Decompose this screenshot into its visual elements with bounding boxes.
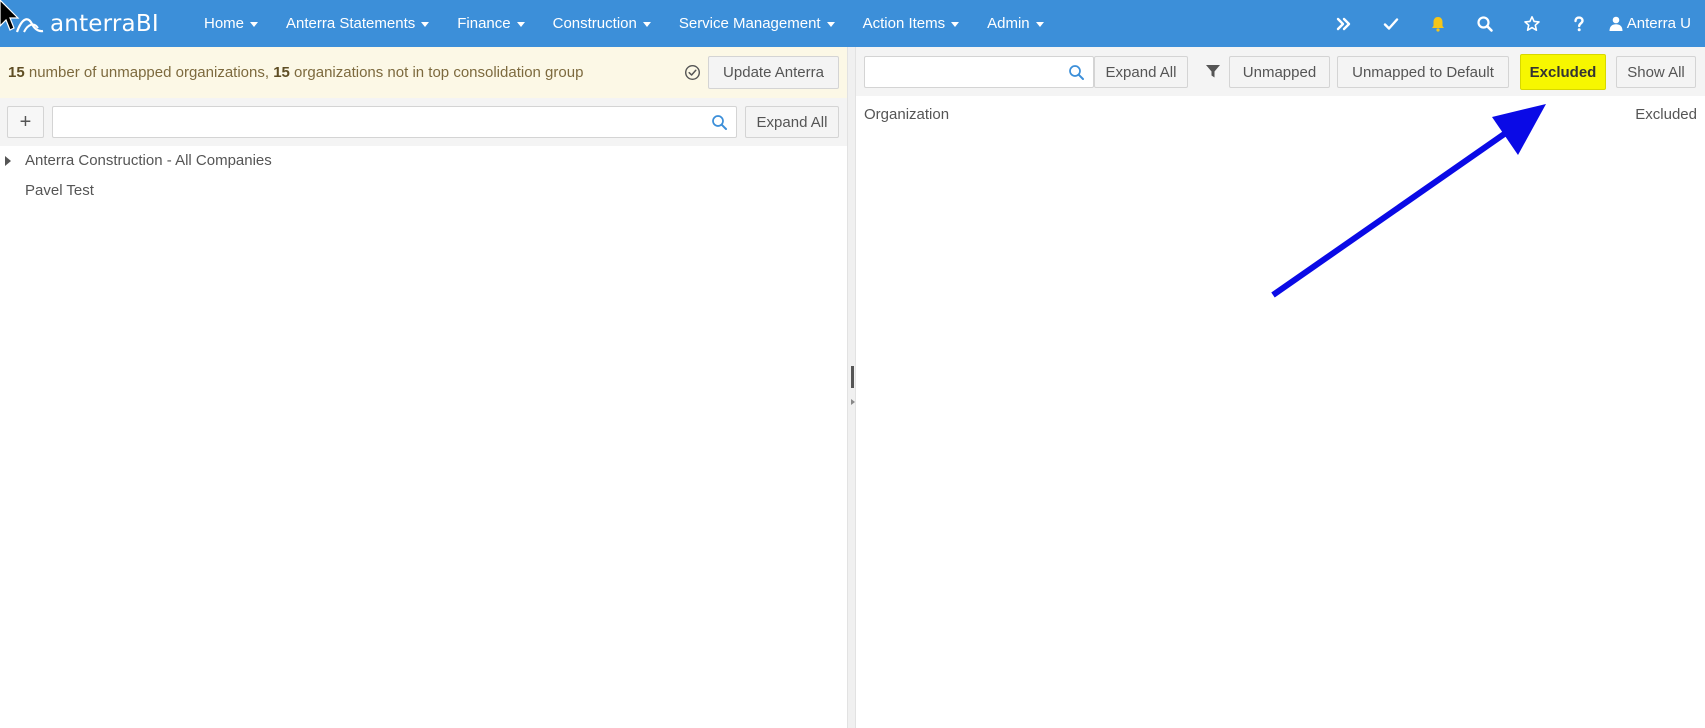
- filter-unmapped-default-button[interactable]: Unmapped to Default: [1337, 56, 1509, 88]
- caret-down-icon: [1035, 22, 1044, 27]
- nav-home-label: Home: [204, 15, 245, 32]
- mapping-grid-header: Organization Excluded: [856, 96, 1705, 132]
- caret-down-icon: [421, 22, 430, 27]
- organization-tree: Anterra Construction - All Companies Pav…: [0, 146, 847, 206]
- not-in-group-count: 15: [273, 64, 290, 81]
- double-chevron-right-icon[interactable]: [1321, 0, 1368, 47]
- expand-triangle-icon[interactable]: [5, 156, 11, 166]
- nav-finance-label: Finance: [457, 15, 511, 32]
- add-organization-button[interactable]: +: [7, 106, 44, 138]
- filter-icon: [1206, 65, 1220, 78]
- brand-logo[interactable]: anterraBI: [0, 0, 190, 47]
- not-in-group-text: organizations not in top consolidation g…: [289, 64, 584, 81]
- tree-node-label: Pavel Test: [25, 182, 94, 199]
- mouse-cursor-icon: [0, 0, 20, 31]
- nav-anterra-statements[interactable]: Anterra Statements: [272, 0, 443, 47]
- nav-service-management-label: Service Management: [678, 15, 821, 32]
- caret-down-icon: [250, 22, 259, 27]
- tree-expand-all-button[interactable]: Expand All: [745, 106, 839, 138]
- nav-admin-label: Admin: [987, 15, 1030, 32]
- search-icon[interactable]: [1462, 0, 1509, 47]
- nav-home[interactable]: Home: [190, 0, 272, 47]
- mapping-panel: Expand All Unmapped Unmapped to Default …: [856, 47, 1705, 728]
- tree-search-input[interactable]: [53, 107, 736, 137]
- star-icon[interactable]: [1509, 0, 1556, 47]
- filter-unmapped-button[interactable]: Unmapped: [1229, 56, 1330, 88]
- main-menu: Home Anterra Statements Finance Construc…: [190, 0, 1058, 47]
- search-icon[interactable]: [1068, 64, 1085, 81]
- column-excluded[interactable]: Excluded: [1635, 106, 1697, 123]
- mapping-search-box: [864, 56, 1094, 88]
- nav-action-items[interactable]: Action Items: [849, 0, 974, 47]
- organization-tree-panel: 15 number of unmapped organizations, 15 …: [0, 47, 847, 728]
- question-icon[interactable]: [1556, 0, 1603, 47]
- search-icon[interactable]: [711, 114, 728, 131]
- tree-node-label: Anterra Construction - All Companies: [25, 152, 272, 169]
- nav-right-tools: Anterra U: [1321, 0, 1705, 47]
- nav-finance[interactable]: Finance: [443, 0, 538, 47]
- mapping-expand-all-button[interactable]: Expand All: [1094, 56, 1188, 88]
- nav-construction-label: Construction: [552, 15, 637, 32]
- user-name: Anterra U: [1626, 15, 1691, 32]
- bell-icon[interactable]: [1415, 0, 1462, 47]
- mapping-search-input[interactable]: [865, 57, 1093, 87]
- check-circle-icon: [684, 64, 701, 81]
- nav-anterra-statements-label: Anterra Statements: [286, 15, 416, 32]
- tree-toolbar: + Expand All: [0, 98, 847, 146]
- nav-service-management[interactable]: Service Management: [665, 0, 849, 47]
- unmapped-text: number of unmapped organizations,: [24, 64, 274, 81]
- brand-name: anterraBI: [50, 10, 159, 37]
- nav-construction[interactable]: Construction: [539, 0, 665, 47]
- user-icon: [1609, 16, 1623, 31]
- top-navbar: anterraBI Home Anterra Statements Financ…: [0, 0, 1705, 47]
- unmapped-notice: 15 number of unmapped organizations, 15 …: [0, 47, 847, 98]
- caret-down-icon: [826, 22, 835, 27]
- panel-splitter[interactable]: [847, 47, 856, 728]
- filter-excluded-button[interactable]: Excluded: [1520, 54, 1606, 90]
- tree-node[interactable]: Pavel Test: [0, 176, 847, 206]
- column-organization[interactable]: Organization: [864, 106, 949, 123]
- nav-admin[interactable]: Admin: [973, 0, 1058, 47]
- tree-node[interactable]: Anterra Construction - All Companies: [0, 146, 847, 176]
- update-anterra-button[interactable]: Update Anterra: [708, 56, 839, 89]
- nav-action-items-label: Action Items: [862, 15, 946, 32]
- caret-down-icon: [642, 22, 651, 27]
- checkmark-icon[interactable]: [1368, 0, 1415, 47]
- caret-down-icon: [516, 22, 525, 27]
- tree-search-box: [52, 106, 737, 138]
- splitter-arrow-icon[interactable]: [851, 399, 855, 405]
- mapping-toolbar: Expand All Unmapped Unmapped to Default …: [856, 47, 1705, 96]
- filter-show-all-button[interactable]: Show All: [1616, 56, 1696, 88]
- unmapped-count: 15: [8, 64, 25, 81]
- caret-down-icon: [951, 22, 960, 27]
- user-menu[interactable]: Anterra U: [1603, 0, 1705, 47]
- splitter-grip-icon[interactable]: [851, 366, 854, 388]
